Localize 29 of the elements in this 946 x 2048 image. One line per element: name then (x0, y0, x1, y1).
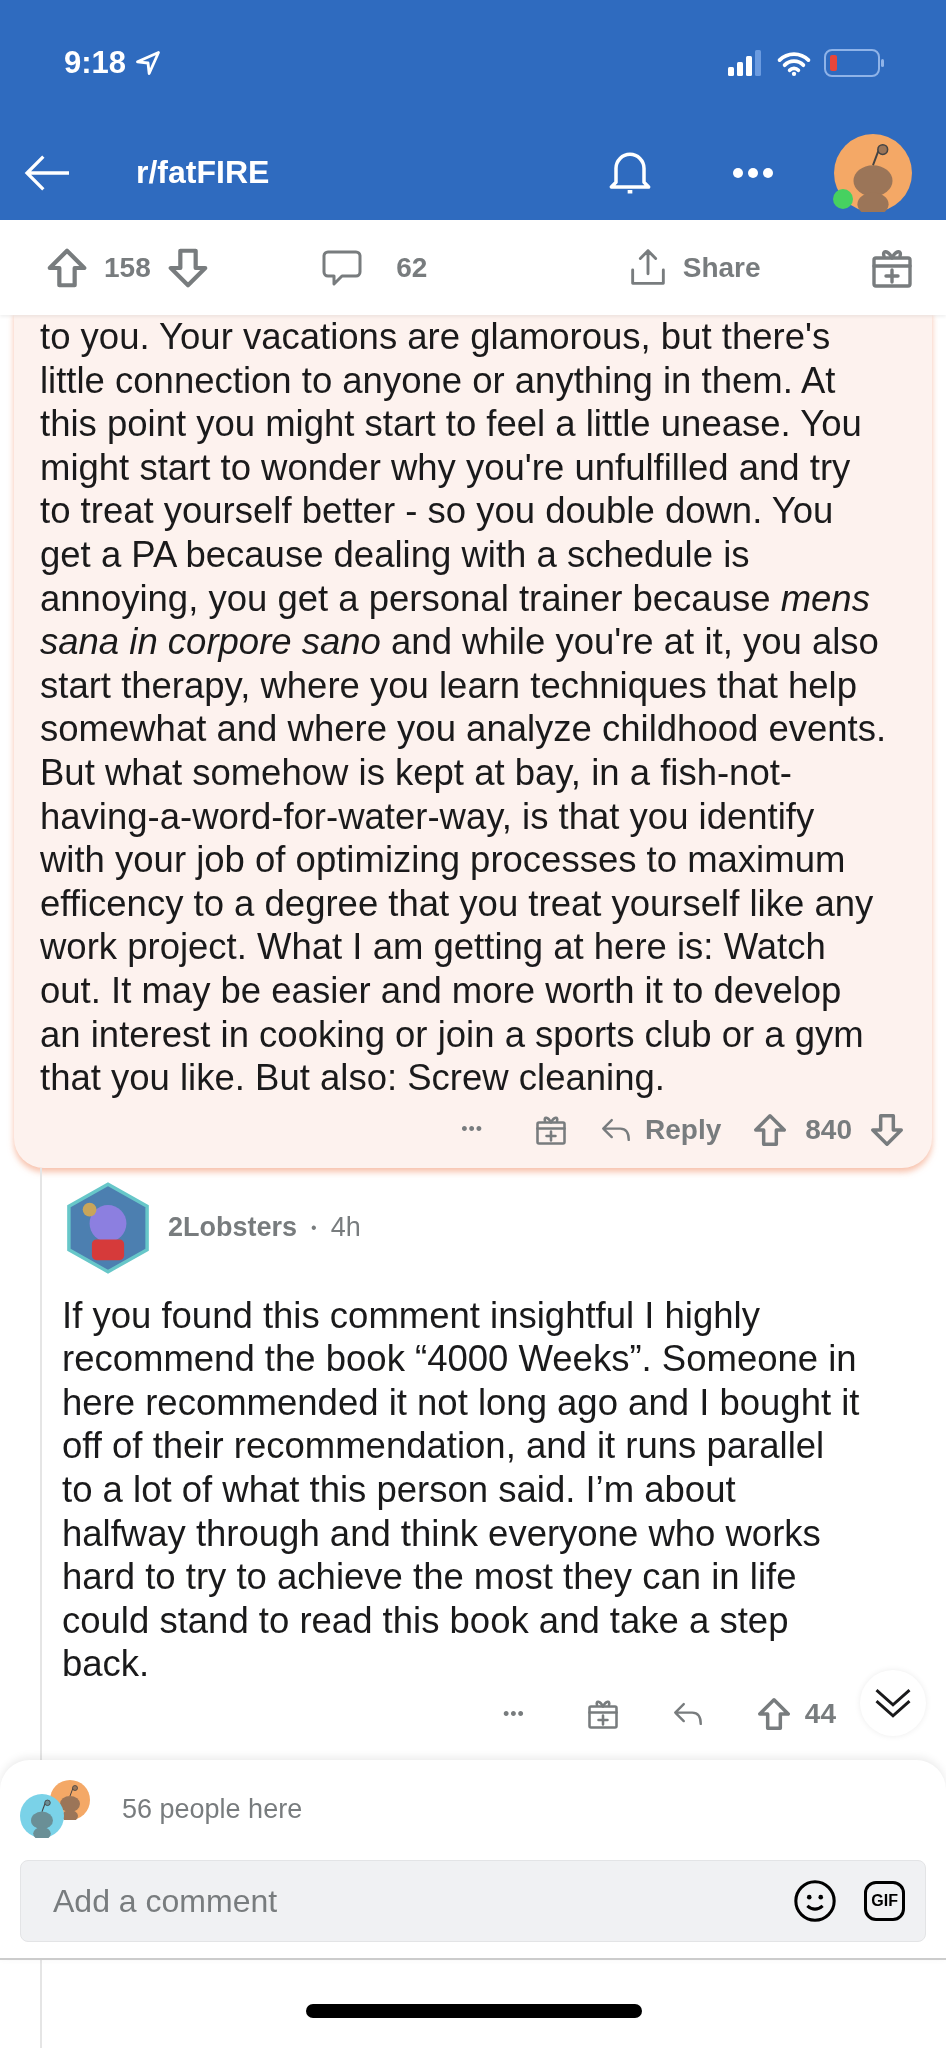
subreddit-title: r/fatFIRE (136, 154, 271, 191)
more-options[interactable]: ••• (502, 1703, 525, 1725)
clock: 9:18 (64, 44, 127, 81)
reply-button[interactable]: Reply (599, 1112, 722, 1147)
emoji-icon[interactable] (792, 1878, 839, 1924)
signal-icon (728, 49, 764, 76)
reply-text: If you found this comment insightful I highly recommend the book “4000 Weeks”. Someone in here recommended it not long ago and I bought it off of their recommendation, and it runs parallel to a lot of what this person said. I’m about halfway through and think everyone who works hard to try to achieve the most they can in life could stand to read this book and take a step back. (62, 1293, 860, 1687)
avatar-icon (834, 133, 912, 212)
battery-icon (824, 48, 886, 77)
location-icon (134, 48, 163, 77)
comment-count: 62 (396, 251, 428, 284)
author-name[interactable]: 2Lobsters (168, 1212, 298, 1244)
more-options[interactable]: ••• (461, 1119, 484, 1141)
share-button[interactable]: Share (624, 244, 761, 291)
comment-text: to you. Your vacations are glamorous, but there's little connection to anyone or anything in them. At this point you might start to feel a little unease. You might start to wonder why you're unfulfilled and try to treat yourself better - so you double down. You get a PA because dealing with a schedule is annoying, you get a personal trainer because mens sana in corpore sano and while you're at it, you also start therapy, where you learn techniques that help somewhat and where you analyze childhood events. But what somehow is kept at bay, in a fish-not- having-a-word-for-water-way, is that you identify with your job of optimizing processes to maximum efficency to a degree that you treat yourself like any work project. What I am getting at here is: Watch out. It may be easier and more worth it to develop an interest in cooking or join a sports club or a gym that you like. But also: Screw cleaning. (40, 315, 887, 1100)
comment-age: 4h (330, 1212, 361, 1244)
presence-count: 56 people here (122, 1793, 303, 1825)
vote-count: 158 (104, 251, 151, 284)
avatar-icon (20, 1794, 64, 1838)
gif-button[interactable]: GIF (864, 1881, 905, 1921)
comment-score: 840 (805, 1113, 852, 1146)
comment-field[interactable]: Add a comment GIF (20, 1860, 926, 1942)
collapse-button[interactable] (860, 1670, 926, 1736)
separator-dot: • (311, 1218, 317, 1237)
reply-score: 44 (804, 1698, 836, 1731)
profile-avatar[interactable] (834, 133, 912, 212)
wifi-icon (776, 49, 812, 76)
online-dot-icon (832, 187, 854, 210)
more-icon[interactable] (732, 166, 774, 179)
